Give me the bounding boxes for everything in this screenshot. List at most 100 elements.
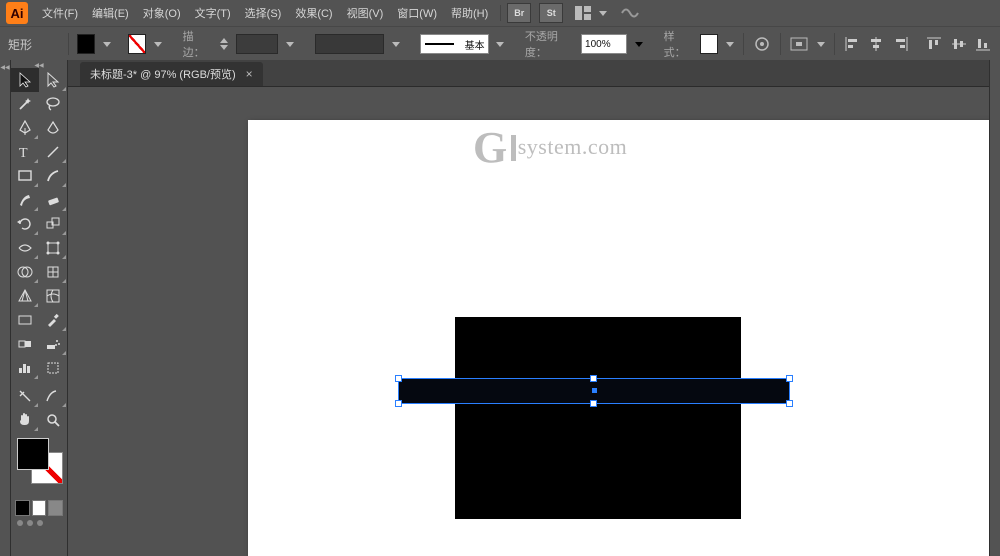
- menu-object[interactable]: 对象(O): [137, 1, 187, 25]
- document-tab-title: 未标题-3* @ 97% (RGB/预览): [90, 66, 236, 82]
- menu-type[interactable]: 文字(T): [189, 1, 237, 25]
- shape-builder-tool[interactable]: [11, 260, 39, 284]
- width-tool[interactable]: [11, 236, 39, 260]
- selection-handle-nw[interactable]: [395, 375, 402, 382]
- variable-width-profile[interactable]: [315, 34, 385, 54]
- document-stage: 未标题-3* @ 97% (RGB/预览) × Gsystem.com: [68, 60, 989, 556]
- align-vcenter-icon[interactable]: [950, 35, 968, 53]
- paintbrush-tool[interactable]: [39, 164, 67, 188]
- document-tab[interactable]: 未标题-3* @ 97% (RGB/预览) ×: [80, 62, 263, 86]
- lasso-tool[interactable]: [39, 92, 67, 116]
- pen-tool[interactable]: [11, 116, 39, 140]
- align-hcenter-icon[interactable]: [867, 35, 885, 53]
- zoom-tool[interactable]: [39, 408, 67, 432]
- type-tool[interactable]: T: [11, 140, 39, 164]
- align-top-icon[interactable]: [925, 35, 943, 53]
- brush-definition[interactable]: 基本: [420, 34, 488, 54]
- close-icon[interactable]: ×: [246, 67, 253, 81]
- eraser-tool[interactable]: [39, 188, 67, 212]
- align-to-dropdown[interactable]: [815, 35, 826, 53]
- slice-tool[interactable]: [11, 384, 39, 408]
- selection-handle-s[interactable]: [590, 400, 597, 407]
- stroke-weight-stepper[interactable]: [219, 35, 230, 53]
- opacity-dropdown[interactable]: [633, 35, 644, 53]
- artboard-tool[interactable]: [39, 356, 67, 380]
- app-icon: Ai: [6, 2, 28, 24]
- menu-window[interactable]: 窗口(W): [391, 1, 443, 25]
- eyedropper-tool[interactable]: [39, 308, 67, 332]
- right-collapse-strip[interactable]: [989, 60, 1000, 556]
- align-to-selection-icon[interactable]: [789, 34, 809, 54]
- stroke-weight-field[interactable]: [236, 34, 279, 54]
- blend-tool[interactable]: [11, 332, 39, 356]
- options-bar: 矩形 描边： 基本 不透明度： 100% 样式：: [0, 27, 1000, 62]
- color-mode-solid[interactable]: [15, 500, 30, 516]
- content-area: ◀◀ T: [0, 60, 1000, 556]
- current-tool-label: 矩形: [8, 36, 60, 53]
- align-bottom-icon[interactable]: [974, 35, 992, 53]
- graphic-style-dropdown[interactable]: [724, 35, 735, 53]
- selection-handle-n[interactable]: [590, 375, 597, 382]
- mesh-tool[interactable]: [39, 284, 67, 308]
- left-collapse-strip[interactable]: [0, 60, 11, 556]
- brush-definition-dropdown[interactable]: [495, 35, 506, 53]
- perspective-grid-tool[interactable]: [11, 284, 39, 308]
- variable-width-profile-dropdown[interactable]: [390, 35, 401, 53]
- selection-handle-sw[interactable]: [395, 400, 402, 407]
- style-label: 样式：: [664, 28, 694, 60]
- stroke-swatch[interactable]: [128, 34, 146, 54]
- menu-bar: Ai 文件(F) 编辑(E) 对象(O) 文字(T) 选择(S) 效果(C) 视…: [0, 0, 1000, 27]
- selection-tool[interactable]: [11, 68, 39, 92]
- graphic-style-swatch[interactable]: [700, 34, 718, 54]
- stroke-swatch-dropdown[interactable]: [152, 35, 163, 53]
- live-paint-bucket-tool[interactable]: [39, 260, 67, 284]
- menu-view[interactable]: 视图(V): [341, 1, 390, 25]
- scale-tool[interactable]: [39, 212, 67, 236]
- opacity-field[interactable]: 100%: [581, 34, 627, 54]
- line-segment-tool[interactable]: [39, 140, 67, 164]
- document-tab-bar: 未标题-3* @ 97% (RGB/预览) ×: [68, 60, 989, 87]
- selection-handle-ne[interactable]: [786, 375, 793, 382]
- screen-mode-selector[interactable]: [11, 516, 67, 530]
- watermark-text: Gsystem.com: [473, 134, 627, 161]
- opacity-label: 不透明度：: [525, 28, 575, 60]
- color-mode-gradient[interactable]: [32, 500, 47, 516]
- stock-icon[interactable]: St: [539, 3, 563, 23]
- color-mode-none[interactable]: [48, 500, 63, 516]
- arrange-documents-dropdown[interactable]: [597, 4, 609, 22]
- rectangle-tool[interactable]: [11, 164, 39, 188]
- selection-handle-se[interactable]: [786, 400, 793, 407]
- menu-edit[interactable]: 编辑(E): [86, 1, 135, 25]
- recolor-artwork-icon[interactable]: [752, 34, 772, 54]
- rotate-tool[interactable]: [11, 212, 39, 236]
- selection-center-point[interactable]: [592, 388, 597, 393]
- menu-file[interactable]: 文件(F): [36, 1, 84, 25]
- hand-tool[interactable]: [11, 408, 39, 432]
- symbol-sprayer-tool[interactable]: [39, 332, 67, 356]
- menu-select[interactable]: 选择(S): [239, 1, 288, 25]
- magic-wand-tool[interactable]: [11, 92, 39, 116]
- print-tiling-tool[interactable]: [39, 384, 67, 408]
- align-right-icon[interactable]: [891, 35, 909, 53]
- curvature-tool[interactable]: [39, 116, 67, 140]
- artboard[interactable]: Gsystem.com: [248, 120, 989, 556]
- color-swatch-area: [11, 432, 67, 500]
- menu-separator: [500, 5, 501, 21]
- menu-help[interactable]: 帮助(H): [445, 1, 494, 25]
- free-transform-tool[interactable]: [39, 236, 67, 260]
- fill-swatch-dropdown[interactable]: [101, 35, 112, 53]
- fill-color-swatch[interactable]: [17, 438, 49, 470]
- column-graph-tool[interactable]: [11, 356, 39, 380]
- black-rectangle-shape[interactable]: [455, 317, 741, 519]
- toolbox: ◀◀ T: [11, 60, 68, 556]
- menu-effect[interactable]: 效果(C): [289, 1, 338, 25]
- arrange-documents-icon[interactable]: [573, 3, 595, 23]
- direct-selection-tool[interactable]: [39, 68, 67, 92]
- bridge-icon[interactable]: Br: [507, 3, 531, 23]
- fill-swatch[interactable]: [77, 34, 95, 54]
- gradient-tool[interactable]: [11, 308, 39, 332]
- align-left-icon[interactable]: [843, 35, 861, 53]
- shaper-tool[interactable]: [11, 188, 39, 212]
- gpu-preview-icon[interactable]: [619, 3, 641, 23]
- stroke-weight-dropdown[interactable]: [284, 35, 295, 53]
